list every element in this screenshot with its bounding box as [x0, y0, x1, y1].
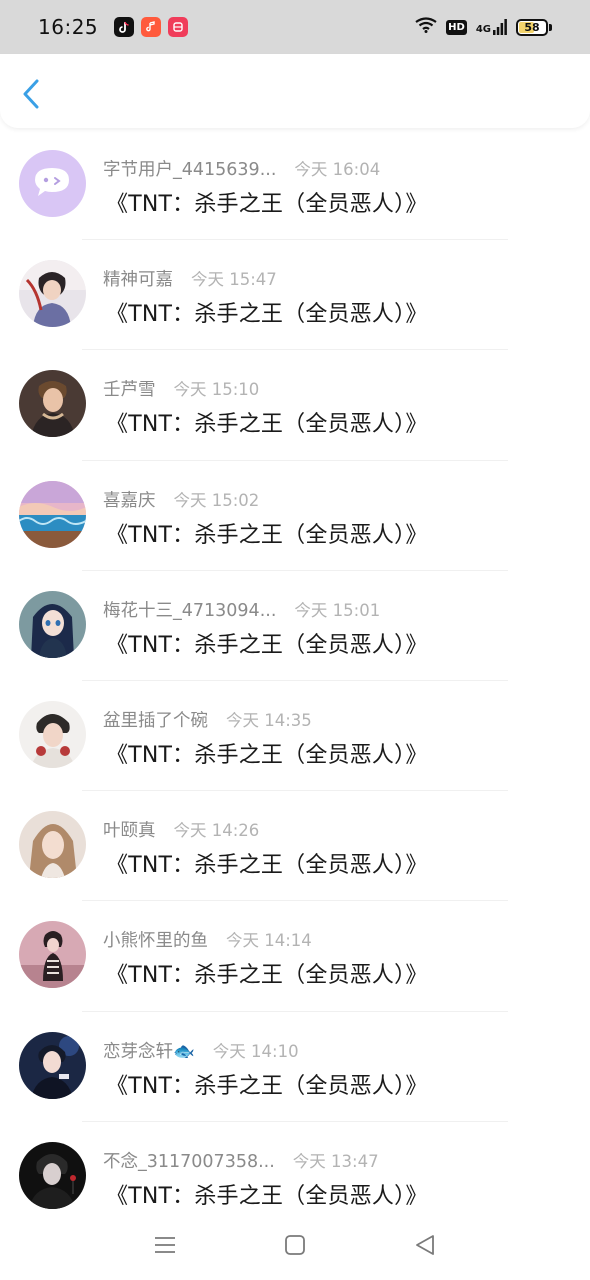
header-bar — [0, 54, 590, 128]
wifi-icon — [415, 17, 437, 37]
item-meta: 恋芽念轩🐟 今天 14:10 — [103, 1038, 299, 1063]
item-meta: 梅花十三_4713094... 今天 15:01 — [103, 597, 380, 622]
item-meta: 小熊怀里的鱼 今天 14:14 — [103, 927, 312, 952]
item-meta: 叶颐真 今天 14:26 — [103, 817, 259, 842]
user-name[interactable]: 梅花十三_4713094... — [103, 597, 276, 622]
home-button[interactable] — [275, 1225, 315, 1265]
timestamp: 今天 15:10 — [173, 380, 260, 400]
item-meta: 喜嘉庆 今天 15:02 — [103, 487, 259, 512]
user-photo-avatar — [19, 700, 86, 768]
item-meta: 不念_3117007358... 今天 13:47 — [103, 1148, 379, 1173]
avatar[interactable] — [19, 811, 86, 879]
back-triangle-icon — [416, 1235, 434, 1255]
user-name[interactable]: 恋芽念轩🐟 — [103, 1038, 195, 1063]
user-name[interactable]: 不念_3117007358... — [103, 1148, 275, 1173]
timestamp: 今天 14:10 — [212, 1041, 299, 1061]
item-meta: 精神可嘉 今天 15:47 — [103, 266, 277, 291]
user-name[interactable]: 盆里插了个碗 — [103, 707, 208, 732]
avatar[interactable] — [19, 1031, 86, 1099]
list-item[interactable]: 不念_3117007358... 今天 13:47 《TNT：杀手之王（全员恶人… — [0, 1122, 590, 1210]
avatar[interactable] — [19, 150, 86, 217]
list-item[interactable]: 小熊怀里的鱼 今天 14:14 《TNT：杀手之王（全员恶人）》 — [0, 901, 590, 1012]
list-item[interactable]: 壬芦雪 今天 15:10 《TNT：杀手之王（全员恶人）》 — [0, 350, 590, 461]
avatar[interactable] — [19, 1141, 86, 1209]
status-indicators: HD 4G 58 — [415, 17, 552, 37]
item-meta: 字节用户_4415639... 今天 16:04 — [103, 156, 380, 181]
movie-title[interactable]: 《TNT：杀手之王（全员恶人）》 — [106, 737, 428, 769]
movie-title[interactable]: 《TNT：杀手之王（全员恶人）》 — [106, 296, 428, 328]
list-item[interactable]: 精神可嘉 今天 15:47 《TNT：杀手之王（全员恶人）》 — [0, 240, 590, 351]
list-item[interactable]: 喜嘉庆 今天 15:02 《TNT：杀手之王（全员恶人）》 — [0, 461, 590, 571]
user-photo-avatar — [19, 480, 86, 548]
movie-title[interactable]: 《TNT：杀手之王（全员恶人）》 — [106, 1068, 428, 1100]
user-name[interactable]: 小熊怀里的鱼 — [103, 927, 208, 952]
battery-cap — [549, 23, 552, 31]
home-square-icon — [285, 1235, 305, 1255]
hd-badge: HD — [446, 19, 467, 35]
battery-level: 58 — [524, 20, 540, 34]
red-app-icon — [168, 17, 189, 37]
user-photo-avatar — [19, 1141, 86, 1209]
back-button[interactable] — [16, 76, 46, 112]
user-photo-avatar — [19, 1031, 86, 1099]
avatar[interactable] — [19, 921, 86, 989]
movie-title[interactable]: 《TNT：杀手之王（全员恶人）》 — [106, 847, 428, 879]
movie-title[interactable]: 《TNT：杀手之王（全员恶人）》 — [106, 406, 428, 438]
battery-icon: 58 — [516, 18, 548, 36]
list-item[interactable]: 梅花十三_4713094... 今天 15:01 《TNT：杀手之王（全员恶人）… — [0, 571, 590, 681]
network-type-label: 4G — [475, 24, 491, 35]
list-item[interactable]: 叶颐真 今天 14:26 《TNT：杀手之王（全员恶人）》 — [0, 791, 590, 902]
avatar[interactable] — [19, 260, 86, 328]
tiktok-icon — [114, 17, 135, 37]
cellular-signal-icon: 4G — [476, 19, 507, 35]
user-name[interactable]: 壬芦雪 — [103, 376, 156, 401]
music-app-icon — [141, 17, 162, 37]
list-item[interactable]: 恋芽念轩🐟 今天 14:10 《TNT：杀手之王（全员恶人）》 — [0, 1012, 590, 1122]
avatar[interactable] — [19, 370, 86, 438]
user-name[interactable]: 字节用户_4415639... — [103, 156, 276, 181]
user-photo-avatar — [19, 370, 86, 438]
user-name[interactable]: 精神可嘉 — [103, 266, 173, 291]
movie-title[interactable]: 《TNT：杀手之王（全员恶人）》 — [106, 627, 428, 659]
status-time: 16:25 — [38, 15, 99, 39]
avatar[interactable] — [19, 590, 86, 658]
timestamp: 今天 15:02 — [173, 490, 260, 510]
movie-title[interactable]: 《TNT：杀手之王（全员恶人）》 — [106, 186, 428, 218]
user-photo-avatar — [19, 590, 86, 658]
system-nav-bar — [0, 1210, 590, 1280]
default-chat-avatar-icon — [19, 150, 86, 217]
user-name[interactable]: 喜嘉庆 — [103, 487, 156, 512]
system-back-button[interactable] — [405, 1225, 445, 1265]
list-item[interactable]: 盆里插了个碗 今天 14:35 《TNT：杀手之王（全员恶人）》 — [0, 681, 590, 792]
chevron-left-icon — [23, 79, 39, 109]
user-photo-avatar — [19, 260, 86, 328]
movie-title[interactable]: 《TNT：杀手之王（全员恶人）》 — [106, 957, 428, 989]
battery-indicator: 58 — [516, 18, 552, 36]
status-app-icons — [114, 17, 189, 37]
timestamp: 今天 15:01 — [294, 600, 381, 620]
item-meta: 盆里插了个碗 今天 14:35 — [103, 707, 312, 732]
avatar[interactable] — [19, 480, 86, 548]
menu-button[interactable] — [145, 1225, 185, 1265]
timestamp: 今天 13:47 — [292, 1151, 379, 1171]
user-photo-avatar — [19, 811, 86, 879]
avatar[interactable] — [19, 700, 86, 768]
user-photo-avatar — [19, 921, 86, 989]
menu-icon — [155, 1237, 175, 1253]
item-meta: 壬芦雪 今天 15:10 — [103, 376, 259, 401]
timestamp: 今天 14:26 — [173, 821, 260, 841]
movie-title[interactable]: 《TNT：杀手之王（全员恶人）》 — [106, 1178, 428, 1210]
timestamp: 今天 15:47 — [191, 270, 277, 290]
timestamp: 今天 16:04 — [294, 160, 381, 179]
user-name[interactable]: 叶颐真 — [103, 817, 156, 842]
timestamp: 今天 14:35 — [226, 710, 312, 730]
list-item[interactable]: 字节用户_4415639... 今天 16:04 《TNT：杀手之王（全员恶人）… — [0, 130, 590, 241]
timestamp: 今天 14:14 — [226, 931, 312, 951]
message-list: 字节用户_4415639... 今天 16:04 《TNT：杀手之王（全员恶人）… — [0, 130, 590, 1210]
status-bar: 16:25 HD 4G 58 — [0, 0, 590, 54]
movie-title[interactable]: 《TNT：杀手之王（全员恶人）》 — [106, 517, 428, 549]
